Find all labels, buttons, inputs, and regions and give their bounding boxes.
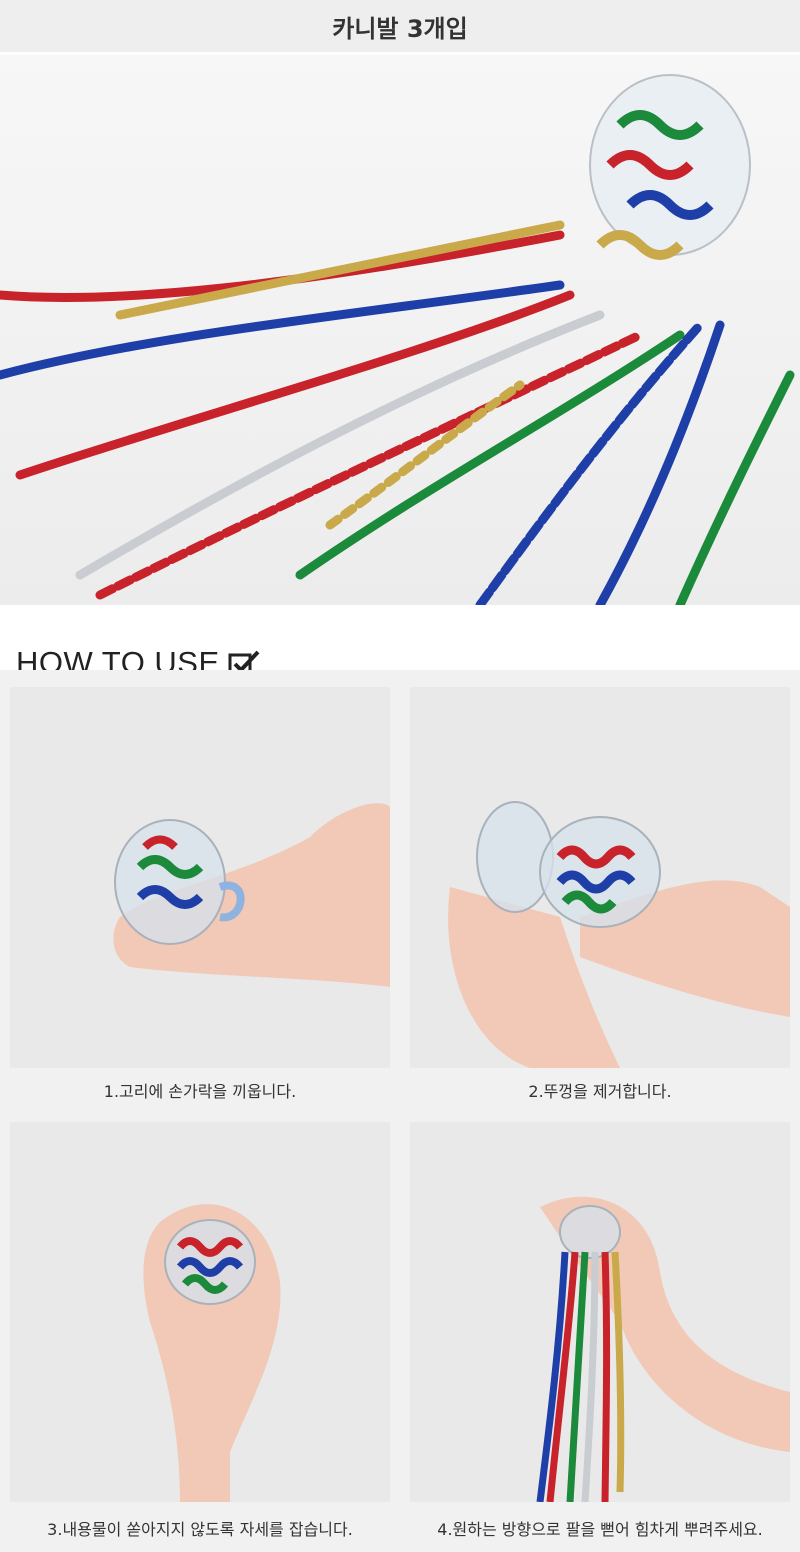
step-1-caption: 1.고리에 손가락을 끼웁니다. (103, 1082, 297, 1101)
step-3-caption: 3.내용물이 쏟아지지 않도록 자세를 잡습니다. (47, 1520, 353, 1539)
step-2-caption: 2.뚜껑을 제거합니다. (528, 1082, 672, 1101)
title-bar: 카니발 3개입 (0, 0, 800, 52)
step-4-photo (410, 1122, 790, 1502)
page-title: 카니발 3개입 (332, 14, 468, 43)
step-2-photo (410, 687, 790, 1068)
step-1-photo (10, 687, 390, 1068)
step-3-photo (10, 1122, 390, 1502)
step-4-caption: 4.원하는 방향으로 팔을 뻗어 힘차게 뿌려주세요. (437, 1520, 763, 1539)
hero-product-image (0, 55, 800, 605)
